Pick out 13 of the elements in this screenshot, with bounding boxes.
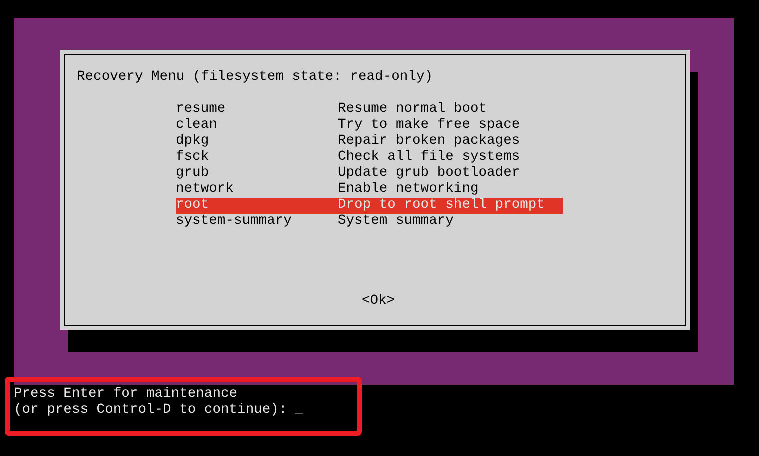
- menu-item[interactable]: grub Update grub bootloader: [176, 166, 563, 182]
- menu-item[interactable]: clean Try to make free space: [176, 118, 563, 134]
- dialog-title: Recovery Menu (filesystem state: read-only): [77, 70, 434, 86]
- menu-item[interactable]: resume Resume normal boot: [176, 102, 563, 118]
- menu-item[interactable]: root Drop to root shell prompt: [176, 198, 563, 214]
- ok-button[interactable]: <Ok>: [362, 294, 396, 310]
- terminal-text: Press Enter for maintenance: [14, 387, 238, 402]
- menu-item[interactable]: network Enable networking: [176, 182, 563, 198]
- menu-item[interactable]: fsck Check all file systems: [176, 150, 563, 166]
- text-cursor: _: [295, 403, 304, 418]
- menu-item[interactable]: dpkg Repair broken packages: [176, 134, 563, 150]
- menu-item[interactable]: system-summary System summary: [176, 214, 563, 230]
- terminal-text: (or press Control-D to continue):: [14, 403, 288, 418]
